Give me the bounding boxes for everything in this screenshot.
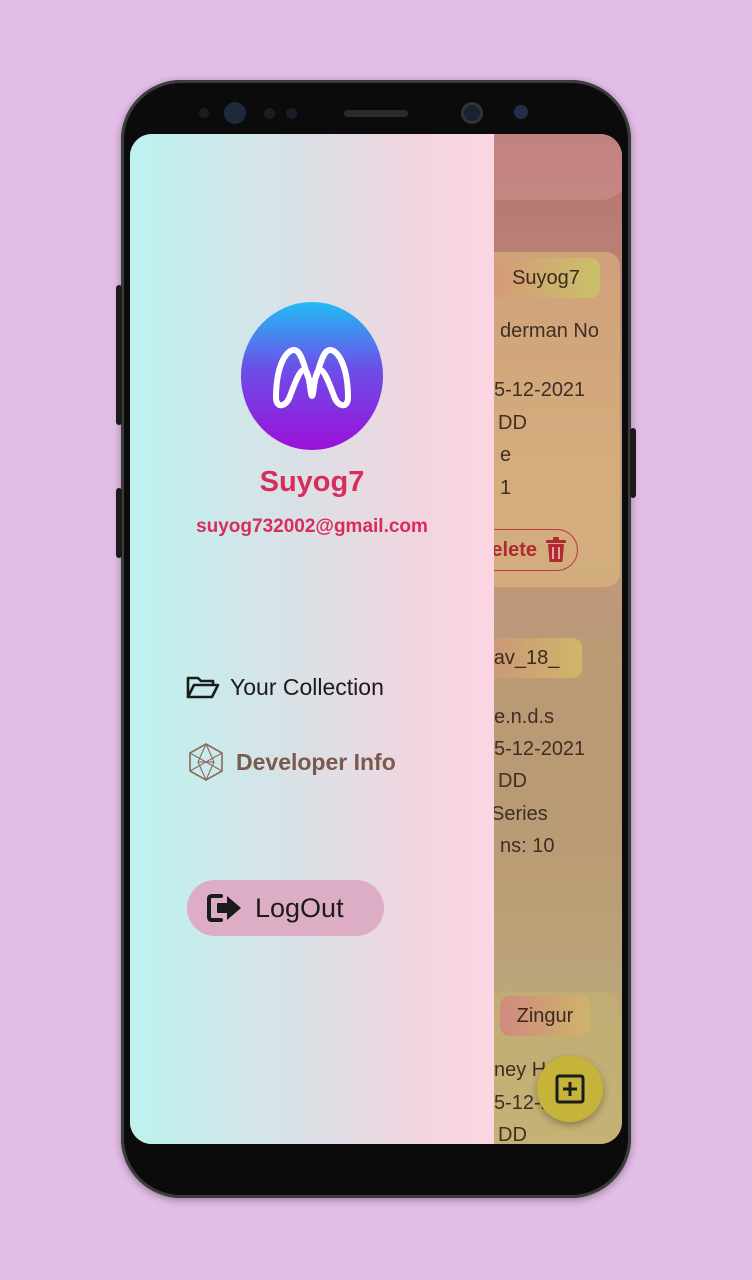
card-type: e bbox=[500, 444, 512, 466]
screen: Suyog7 derman No 5-12-2021 DD e 1 elete … bbox=[130, 134, 622, 1144]
card-format: DD bbox=[498, 770, 527, 792]
folder-open-icon bbox=[186, 676, 220, 698]
phone-frame: Suyog7 derman No 5-12-2021 DD e 1 elete … bbox=[116, 80, 636, 1198]
volume-down-button bbox=[116, 488, 122, 558]
front-camera bbox=[224, 102, 246, 124]
menu-item-developer-info[interactable]: Developer Info bbox=[186, 742, 396, 782]
volume-up-button bbox=[116, 285, 122, 425]
card-title: derman No bbox=[500, 320, 599, 342]
logout-label: LogOut bbox=[255, 892, 344, 923]
sign-out-icon bbox=[207, 894, 241, 922]
add-fab-button[interactable] bbox=[537, 1056, 603, 1122]
card-format: DD bbox=[498, 1124, 527, 1144]
card-owner-chip: Zingur bbox=[500, 996, 590, 1036]
iris-scanner bbox=[461, 102, 483, 124]
user-email: suyog732002@gmail.com bbox=[196, 516, 428, 537]
earpiece-speaker bbox=[344, 110, 408, 117]
menu-item-label: Developer Info bbox=[236, 748, 396, 775]
delete-button-label: elete bbox=[491, 538, 537, 561]
sensor-dot bbox=[286, 108, 297, 119]
logout-button[interactable]: LogOut bbox=[187, 880, 384, 936]
card-count: 1 bbox=[500, 477, 512, 499]
card-count: ns: 10 bbox=[500, 835, 555, 857]
card-date: 5-12-2021 bbox=[494, 738, 586, 760]
sensor-dot bbox=[199, 108, 209, 118]
sensor-dot bbox=[514, 105, 528, 119]
menu-item-label: Your Collection bbox=[230, 674, 384, 700]
navigation-drawer: Suyog7 suyog732002@gmail.com Your Collec… bbox=[130, 134, 494, 1144]
card-type: Series bbox=[491, 803, 548, 825]
trash-icon bbox=[546, 537, 566, 562]
card-title: e.n.d.s bbox=[494, 706, 555, 728]
app-logo bbox=[241, 302, 383, 450]
menu-item-your-collection[interactable]: Your Collection bbox=[186, 674, 384, 701]
plus-square-icon bbox=[555, 1074, 585, 1104]
hexagon-network-icon bbox=[189, 743, 223, 782]
power-button bbox=[630, 428, 636, 498]
card-format: DD bbox=[498, 412, 527, 434]
user-name: Suyog7 bbox=[259, 466, 365, 498]
sensor-dot bbox=[264, 108, 275, 119]
app-logo-mark bbox=[273, 347, 351, 409]
card-owner-chip: Suyog7 bbox=[492, 258, 600, 298]
card-date: 5-12-2021 bbox=[494, 379, 586, 401]
